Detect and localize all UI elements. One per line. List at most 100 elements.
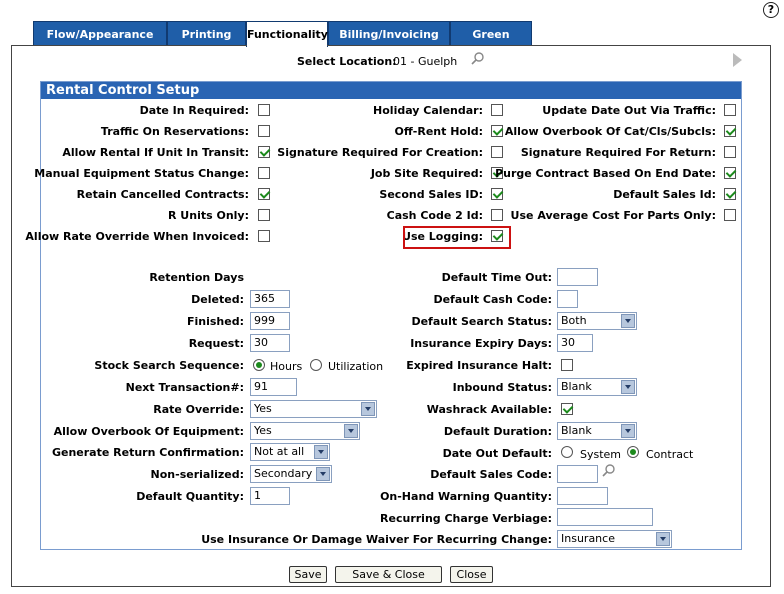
non-serialized-select[interactable]: Secondary [250, 465, 332, 483]
rate-override-label: Rate Override: [153, 403, 244, 416]
generate-return-label: Generate Return Confirmation: [51, 446, 244, 459]
update-date-out-checkbox[interactable] [724, 104, 736, 116]
traffic-on-reservations-label: Traffic On Reservations: [100, 125, 249, 138]
stock-search-hours-radio[interactable] [253, 359, 265, 371]
date-out-contract-radio[interactable] [627, 446, 639, 458]
sales-code-search-icon[interactable] [602, 463, 616, 477]
stock-search-hours-label: Hours [270, 360, 303, 373]
tab-flow-appearance[interactable]: Flow/Appearance [33, 21, 167, 46]
overbook-equipment-value: Yes [254, 424, 272, 437]
date-in-required-checkbox[interactable] [258, 104, 270, 116]
use-logging-highlight [403, 226, 511, 249]
expired-insurance-label: Expired Insurance Halt: [406, 359, 552, 372]
inbound-status-select[interactable]: Blank [557, 378, 637, 396]
purge-contract-label: Purge Contract Based On End Date: [495, 167, 716, 180]
allow-overbook-cat-label: Allow Overbook Of Cat/Cls/Subcls: [504, 125, 716, 138]
default-time-out-input[interactable] [557, 268, 598, 286]
avg-cost-parts-checkbox[interactable] [724, 209, 736, 221]
deleted-label: Deleted: [191, 293, 244, 306]
default-sales-code-label: Default Sales Code: [430, 468, 552, 481]
on-hand-warning-label: On-Hand Warning Quantity: [380, 490, 552, 503]
insurance-expiry-input[interactable]: 30 [557, 334, 593, 352]
next-arrow-icon[interactable] [733, 53, 742, 67]
recurring-charge-label: Recurring Charge Verbiage: [380, 512, 552, 525]
cash-code-2-label: Cash Code 2 Id: [386, 209, 483, 222]
active-tab-joiner [247, 44, 327, 47]
washrack-label: Washrack Available: [426, 403, 552, 416]
deleted-input[interactable]: 365 [250, 290, 290, 308]
default-quantity-input[interactable]: 1 [250, 487, 290, 505]
save-close-button[interactable]: Save & Close [335, 566, 442, 583]
rate-override-value: Yes [254, 402, 272, 415]
update-date-out-label: Update Date Out Via Traffic: [542, 104, 716, 117]
help-icon[interactable]: ? [763, 2, 779, 18]
chevron-down-icon [361, 402, 375, 416]
section-title: Rental Control Setup [41, 82, 741, 99]
avg-cost-parts-label: Use Average Cost For Parts Only: [510, 209, 716, 222]
close-button[interactable]: Close [450, 566, 493, 583]
chevron-down-icon [656, 532, 670, 546]
cash-code-2-checkbox[interactable] [491, 209, 503, 221]
traffic-on-reservations-checkbox[interactable] [258, 125, 270, 137]
inbound-status-label: Inbound Status: [452, 381, 552, 394]
washrack-checkbox[interactable] [561, 403, 573, 415]
date-in-required-label: Date In Required: [139, 104, 249, 117]
chevron-down-icon [621, 380, 635, 394]
next-transaction-input[interactable]: 91 [250, 378, 297, 396]
insurance-expiry-label: Insurance Expiry Days: [410, 337, 552, 350]
chevron-down-icon [316, 467, 330, 481]
retention-days-title: Retention Days [149, 271, 244, 284]
tab-billing-invoicing[interactable]: Billing/Invoicing [328, 21, 450, 46]
tab-green-screen[interactable]: Green Screen [450, 21, 532, 66]
tab-printing[interactable]: Printing [167, 21, 246, 46]
overbook-equipment-label: Allow Overbook Of Equipment: [53, 425, 244, 438]
signature-creation-checkbox[interactable] [491, 146, 503, 158]
location-label: Select Location: [297, 55, 397, 68]
date-out-contract-label: Contract [646, 448, 694, 461]
r-units-only-checkbox[interactable] [258, 209, 270, 221]
default-duration-select[interactable]: Blank [557, 422, 637, 440]
on-hand-warning-input[interactable] [557, 487, 608, 505]
rate-override-select[interactable]: Yes [250, 400, 377, 418]
request-label: Request: [188, 337, 244, 350]
next-transaction-label: Next Transaction#: [125, 381, 244, 394]
allow-rental-in-transit-label: Allow Rental If Unit In Transit: [62, 146, 249, 159]
overbook-equipment-select[interactable]: Yes [250, 422, 360, 440]
r-units-only-label: R Units Only: [168, 209, 249, 222]
default-search-status-select[interactable]: Both [557, 312, 637, 330]
date-out-system-label: System [580, 448, 622, 461]
stock-search-utilization-radio[interactable] [310, 359, 322, 371]
job-site-required-label: Job Site Required: [370, 167, 483, 180]
manual-equipment-status-checkbox[interactable] [258, 167, 270, 179]
generate-return-select[interactable]: Not at all [250, 443, 330, 461]
off-rent-hold-checkbox[interactable] [491, 125, 503, 137]
allow-rental-in-transit-checkbox[interactable] [258, 146, 270, 158]
signature-return-checkbox[interactable] [724, 146, 736, 158]
chevron-down-icon [314, 445, 328, 459]
chevron-down-icon [621, 424, 635, 438]
default-sales-id-checkbox[interactable] [724, 188, 736, 200]
retain-cancelled-checkbox[interactable] [258, 188, 270, 200]
second-sales-id-checkbox[interactable] [491, 188, 503, 200]
expired-insurance-checkbox[interactable] [561, 359, 573, 371]
default-duration-value: Blank [561, 424, 592, 437]
stock-search-utilization-label: Utilization [328, 360, 384, 373]
use-insurance-value: Insurance [561, 532, 615, 545]
default-cash-code-input[interactable] [557, 290, 578, 308]
signature-return-label: Signature Required For Return: [520, 146, 716, 159]
use-insurance-select[interactable]: Insurance [557, 530, 672, 548]
default-sales-code-input[interactable] [557, 465, 598, 483]
holiday-calendar-checkbox[interactable] [491, 104, 503, 116]
generate-return-value: Not at all [254, 445, 305, 458]
purge-contract-checkbox[interactable] [724, 167, 736, 179]
allow-overbook-cat-checkbox[interactable] [724, 125, 736, 137]
allow-rate-override-checkbox[interactable] [258, 230, 270, 242]
finished-input[interactable]: 999 [250, 312, 290, 330]
save-button[interactable]: Save [289, 566, 327, 583]
location-search-icon[interactable] [471, 51, 485, 65]
date-out-system-radio[interactable] [561, 446, 573, 458]
recurring-charge-input[interactable] [557, 508, 653, 526]
chevron-down-icon [621, 314, 635, 328]
default-quantity-label: Default Quantity: [136, 490, 244, 503]
request-input[interactable]: 30 [250, 334, 290, 352]
